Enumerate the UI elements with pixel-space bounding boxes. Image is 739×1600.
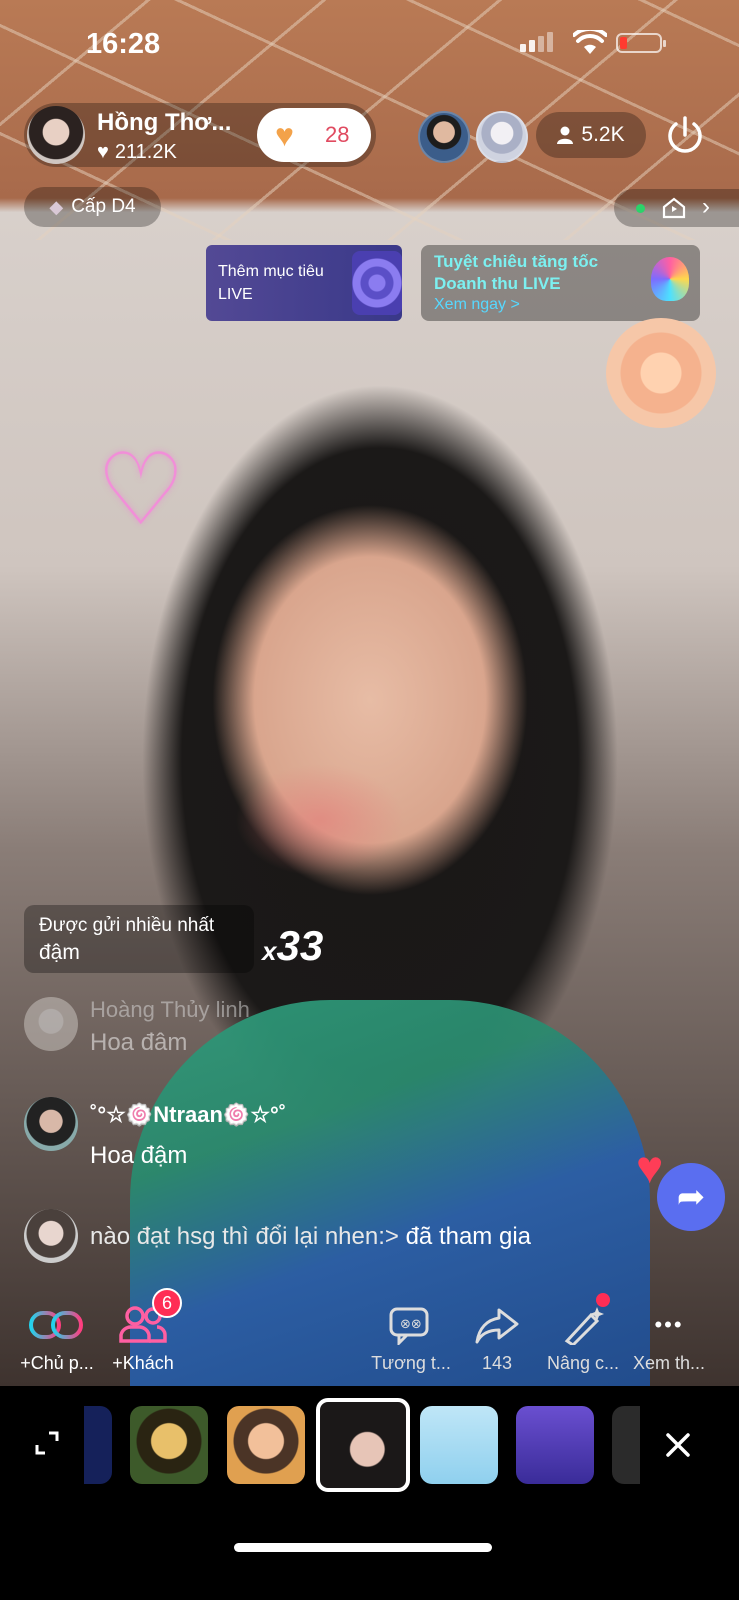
host-name: Hồng Thơ... bbox=[97, 109, 232, 136]
gift-counter-pill[interactable]: ♥ 28 bbox=[257, 108, 371, 162]
more-label: Xem th... bbox=[632, 1353, 706, 1373]
target-icon bbox=[352, 251, 402, 315]
boost-title-line2: Doanh thu LIVE bbox=[434, 274, 561, 293]
svg-text:⊗⊗: ⊗⊗ bbox=[400, 1317, 422, 1332]
notification-dot bbox=[596, 1293, 610, 1307]
share-count: 143 bbox=[481, 1353, 513, 1373]
commenter-name: ˚°☆🍥Ntraan🍥☆°˚ bbox=[90, 1102, 287, 1127]
home-indicator bbox=[234, 1543, 492, 1552]
close-icon[interactable] bbox=[665, 1432, 691, 1458]
guests-badge: 6 bbox=[152, 1288, 182, 1318]
top-viewer-avatar[interactable] bbox=[476, 111, 528, 163]
link-icon bbox=[12, 1303, 102, 1347]
level-pill[interactable]: ◆ Cấp D4 bbox=[24, 187, 161, 227]
cohost-label: +Chủ p... bbox=[20, 1353, 94, 1373]
commenter-name: nào đạt hsg thì đổi lại nhen:> bbox=[90, 1223, 399, 1250]
lightbulb-icon bbox=[651, 257, 689, 301]
join-text: đã tham gia bbox=[405, 1223, 531, 1250]
commenter-avatar[interactable] bbox=[24, 997, 78, 1051]
magic-wand-icon bbox=[538, 1303, 628, 1347]
chat-icon: ⊗⊗ bbox=[366, 1303, 456, 1347]
home-icon bbox=[662, 197, 686, 219]
chevron-right-icon: › bbox=[702, 193, 710, 220]
revenue-boost-banner[interactable]: Tuyệt chiêu tăng tốc Doanh thu LIVE Xem … bbox=[421, 245, 700, 321]
host-likes-count: 211.2K bbox=[114, 141, 177, 163]
guests-label: +Khách bbox=[112, 1353, 174, 1373]
power-icon[interactable] bbox=[664, 114, 706, 156]
collapse-icon[interactable] bbox=[33, 1429, 61, 1457]
effect-thumbnail-selected[interactable] bbox=[316, 1398, 410, 1492]
effect-thumbnail[interactable] bbox=[130, 1406, 208, 1484]
more-button[interactable]: ••• Xem th... bbox=[624, 1303, 714, 1374]
host-avatar[interactable] bbox=[27, 106, 85, 164]
level-label: Cấp D4 bbox=[71, 196, 136, 217]
top-gift-name: đậm bbox=[39, 941, 80, 964]
interact-label: Tương t... bbox=[371, 1353, 451, 1373]
effect-thumbnail[interactable] bbox=[612, 1406, 640, 1484]
share-button[interactable]: 143 bbox=[452, 1303, 542, 1374]
top-gift-card: Được gửi nhiều nhất đậm bbox=[24, 905, 254, 973]
viewer-count: 5.2K bbox=[581, 123, 625, 146]
status-bar: 16:28 bbox=[0, 0, 739, 90]
top-viewer-avatar[interactable] bbox=[418, 111, 470, 163]
effect-thumbnail[interactable] bbox=[516, 1406, 594, 1484]
online-dot bbox=[636, 204, 645, 213]
diamond-icon: ◆ bbox=[49, 196, 64, 217]
interact-button[interactable]: ⊗⊗ Tương t... bbox=[366, 1303, 456, 1374]
wifi-icon bbox=[573, 30, 607, 54]
heart-icon: ♥ bbox=[97, 141, 109, 163]
goal-banner-label: Thêm mục tiêu LIVE bbox=[218, 263, 324, 303]
share-arrow-icon[interactable]: ➦ bbox=[657, 1163, 725, 1231]
share-icon bbox=[452, 1303, 542, 1347]
comment-text: Hoa đậm bbox=[90, 1142, 188, 1169]
heart-sticker: ♡ bbox=[96, 434, 186, 546]
effect-thumbnail[interactable] bbox=[420, 1406, 498, 1484]
signal-icon bbox=[520, 32, 553, 52]
commenter-name: Hoàng Thủy linh bbox=[90, 997, 250, 1022]
comment-text: Hoa đâm bbox=[90, 1029, 188, 1056]
battery-icon bbox=[616, 33, 666, 53]
effect-thumbnail[interactable] bbox=[227, 1406, 305, 1484]
top-gift-label: Được gửi nhiều nhất bbox=[39, 915, 215, 936]
room-settings-pill[interactable]: › bbox=[614, 189, 739, 227]
enhance-button[interactable]: Nâng c... bbox=[538, 1303, 628, 1374]
gift-count: 28 bbox=[325, 122, 350, 147]
effect-thumbnail[interactable] bbox=[84, 1406, 112, 1484]
person-icon bbox=[557, 126, 574, 144]
clock: 16:28 bbox=[86, 28, 161, 60]
boost-title-line1: Tuyệt chiêu tăng tốc bbox=[434, 252, 599, 271]
gift-combo-count: x33 bbox=[262, 922, 324, 969]
cohost-button[interactable]: +Chủ p... bbox=[12, 1303, 102, 1374]
heart-gift-icon: ♥ bbox=[275, 117, 294, 153]
viewer-count-pill[interactable]: 5.2K bbox=[536, 112, 646, 158]
boost-link[interactable]: Xem ngay > bbox=[434, 296, 520, 314]
enhance-label: Nâng c... bbox=[546, 1353, 620, 1373]
more-icon: ••• bbox=[654, 1312, 684, 1337]
commenter-avatar[interactable] bbox=[24, 1097, 78, 1151]
commenter-avatar[interactable] bbox=[24, 1209, 78, 1263]
add-live-goal-banner[interactable]: Thêm mục tiêu LIVE bbox=[206, 245, 402, 321]
flower-hairclip bbox=[606, 318, 716, 428]
